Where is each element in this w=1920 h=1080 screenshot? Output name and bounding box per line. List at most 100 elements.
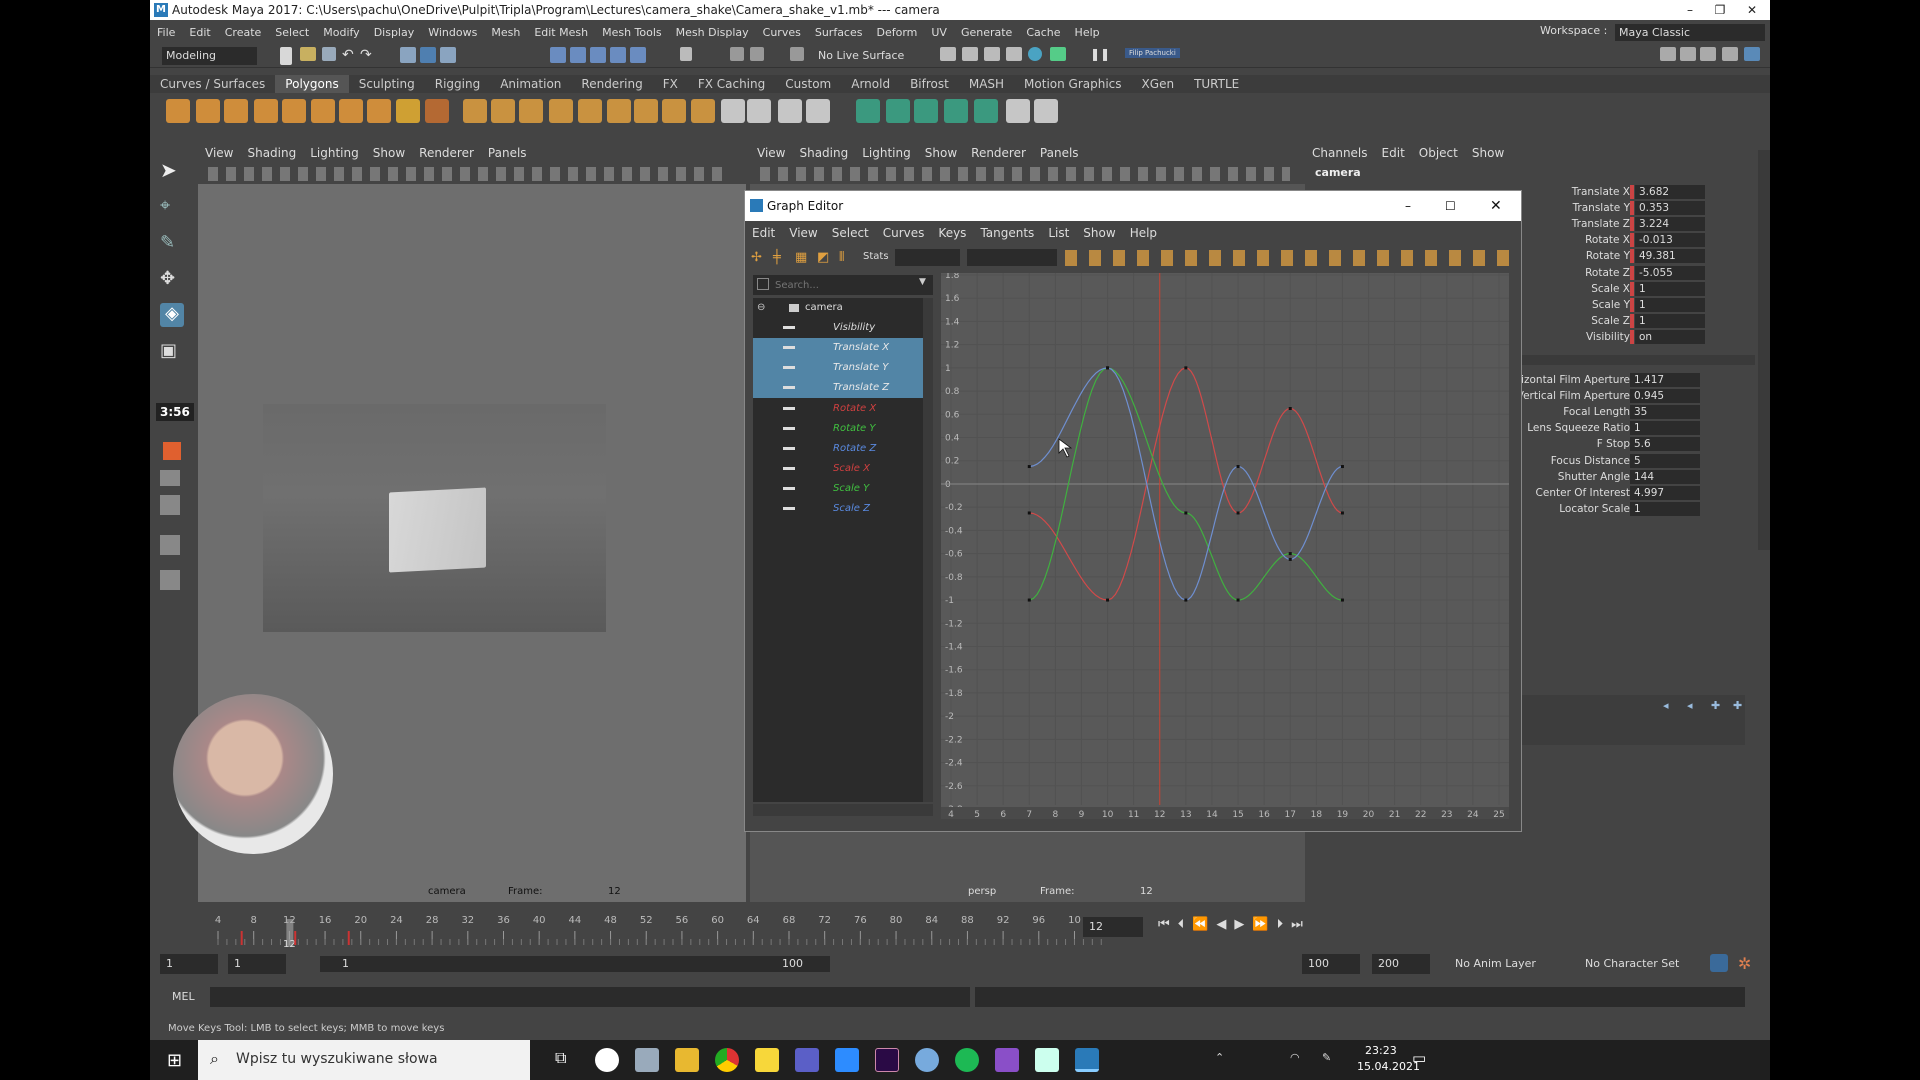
outliner-channel[interactable]: Scale Z bbox=[753, 499, 933, 519]
left-viewport[interactable]: camera Frame: 12 bbox=[173, 184, 746, 902]
move-tool-icon[interactable]: ✥ bbox=[160, 268, 184, 292]
layer-rewind-icon[interactable]: ◂ bbox=[1663, 699, 1669, 712]
outliner-hscroll[interactable] bbox=[753, 804, 933, 816]
keyframe-point[interactable] bbox=[1236, 511, 1240, 515]
cb-menu-object[interactable]: Object bbox=[1412, 142, 1465, 164]
step-forward-key-icon[interactable]: ⏩ bbox=[1252, 917, 1276, 932]
outliner-channel[interactable]: Rotate Y bbox=[753, 419, 933, 439]
menu-mesh-display[interactable]: Mesh Display bbox=[669, 22, 756, 44]
render-current-icon[interactable] bbox=[962, 47, 978, 61]
layer-new-selected-icon[interactable]: ✚ bbox=[1733, 699, 1742, 712]
tray-pen-icon[interactable]: ✎ bbox=[1322, 1051, 1331, 1064]
shape-attr-value[interactable]: 35 bbox=[1630, 405, 1700, 420]
shelf-tab-bifrost[interactable]: Bifrost bbox=[900, 75, 959, 93]
shelf-tab-polygons[interactable]: Polygons bbox=[275, 75, 349, 93]
channel-box-toggle-icon[interactable] bbox=[1722, 47, 1738, 61]
panel-toolbar-icons[interactable] bbox=[208, 167, 728, 181]
separate-icon[interactable] bbox=[491, 99, 515, 123]
auto-key-icon[interactable] bbox=[1710, 954, 1728, 972]
poly-plane-icon[interactable] bbox=[282, 99, 306, 123]
tray-network-icon[interactable]: ◠ bbox=[1290, 1051, 1300, 1064]
keyframe-point[interactable] bbox=[1184, 511, 1188, 515]
render-view-icon[interactable] bbox=[940, 47, 956, 61]
svg-icon[interactable] bbox=[425, 99, 449, 123]
ipr-render-icon[interactable] bbox=[984, 47, 1000, 61]
range-bar[interactable]: 1 100 bbox=[320, 956, 830, 972]
workspace-select[interactable]: Maya Classic bbox=[1615, 24, 1765, 41]
search-input[interactable] bbox=[775, 277, 915, 293]
keyframe-point[interactable] bbox=[1027, 598, 1031, 602]
menu-mesh-tools[interactable]: Mesh Tools bbox=[595, 22, 669, 44]
outliner-channel[interactable]: Scale Y bbox=[753, 479, 933, 499]
poly-cube-icon[interactable] bbox=[196, 99, 220, 123]
paint-select-icon[interactable]: ✎ bbox=[160, 232, 184, 256]
command-input[interactable] bbox=[210, 987, 970, 1007]
keyframe-point[interactable] bbox=[1027, 511, 1031, 515]
panel-toolbar-icons[interactable] bbox=[760, 167, 1290, 181]
save-scene-icon[interactable] bbox=[322, 47, 336, 61]
ge-menu-tangents[interactable]: Tangents bbox=[973, 223, 1041, 243]
region-keys-icon[interactable]: ◩ bbox=[817, 250, 833, 266]
outliner-channel[interactable]: Scale X bbox=[753, 459, 933, 479]
zoom-icon[interactable] bbox=[835, 1048, 859, 1072]
magnet-icon[interactable] bbox=[790, 47, 804, 61]
shelf-tab-motion-graphics[interactable]: Motion Graphics bbox=[1014, 75, 1132, 93]
channel-value[interactable]: 0.353 bbox=[1635, 201, 1705, 216]
attribute-editor-icon[interactable] bbox=[1680, 47, 1696, 61]
keyframe-point[interactable] bbox=[1340, 598, 1344, 602]
connect-icon[interactable] bbox=[747, 99, 771, 123]
outliner-channel[interactable]: Translate Z bbox=[753, 378, 923, 399]
maps-app-icon[interactable] bbox=[595, 1048, 619, 1072]
panel-menu-panels[interactable]: Panels bbox=[1033, 142, 1086, 164]
redo-icon[interactable]: ↷ bbox=[360, 48, 378, 66]
layout-icon[interactable] bbox=[1744, 47, 1760, 61]
select-hierarchy-icon[interactable] bbox=[400, 47, 416, 63]
shape-attr-value[interactable]: 1 bbox=[1630, 501, 1700, 516]
menu-curves[interactable]: Curves bbox=[756, 22, 808, 44]
davinci-icon[interactable] bbox=[915, 1048, 939, 1072]
taskbar-search[interactable]: ⌕ Wpisz tu wyszukiwane słowa bbox=[198, 1040, 530, 1080]
shelf-tab-animation[interactable]: Animation bbox=[490, 75, 571, 93]
target-weld-icon[interactable] bbox=[721, 99, 745, 123]
quad-draw-icon[interactable] bbox=[778, 99, 802, 123]
go-to-start-icon[interactable]: ⏮ bbox=[1158, 917, 1178, 932]
ge-menu-help[interactable]: Help bbox=[1123, 223, 1164, 243]
retime-icon[interactable]: ⫴ bbox=[839, 250, 855, 266]
teams-icon[interactable] bbox=[795, 1048, 819, 1072]
outliner-layout-icon[interactable] bbox=[160, 570, 180, 590]
minimize-icon[interactable]: – bbox=[1680, 0, 1700, 20]
outliner-channel[interactable]: Visibility bbox=[753, 318, 933, 338]
smooth-icon[interactable] bbox=[519, 99, 543, 123]
panel-menu-panels[interactable]: Panels bbox=[481, 142, 534, 164]
poly-type-icon[interactable] bbox=[396, 99, 420, 123]
keyframe-point[interactable] bbox=[1288, 407, 1292, 410]
combine-icon[interactable] bbox=[463, 99, 487, 123]
maximize-icon[interactable]: ❐ bbox=[1710, 0, 1730, 20]
notepad-icon[interactable] bbox=[1035, 1048, 1059, 1072]
keyframe-point[interactable] bbox=[1236, 465, 1240, 469]
menu-uv[interactable]: UV bbox=[924, 22, 954, 44]
cut-uv-icon[interactable] bbox=[914, 99, 938, 123]
poly-sphere-icon[interactable] bbox=[166, 99, 190, 123]
ge-menu-view[interactable]: View bbox=[782, 223, 824, 243]
current-frame-field[interactable]: 12 bbox=[1083, 917, 1143, 937]
keyframe-point[interactable] bbox=[1027, 465, 1031, 469]
transfer-icon[interactable] bbox=[1034, 99, 1058, 123]
file-explorer-icon[interactable] bbox=[675, 1048, 699, 1072]
layer-prev-icon[interactable]: ◂ bbox=[1687, 699, 1693, 712]
panel-menu-show[interactable]: Show bbox=[918, 142, 964, 164]
mode-select[interactable]: Modeling bbox=[162, 47, 257, 65]
sticky-notes-icon[interactable] bbox=[755, 1048, 779, 1072]
stats-value-field[interactable] bbox=[967, 249, 1057, 266]
ge-menu-show[interactable]: Show bbox=[1076, 223, 1122, 243]
ge-minimize-icon[interactable]: – bbox=[1405, 191, 1411, 221]
shape-attr-value[interactable]: 0.945 bbox=[1630, 389, 1700, 404]
single-pane-layout-icon[interactable] bbox=[160, 470, 180, 486]
mel-label[interactable]: MEL bbox=[172, 990, 195, 1003]
channel-value[interactable]: 3.224 bbox=[1635, 217, 1705, 232]
channel-value[interactable]: 1 bbox=[1635, 313, 1705, 328]
bridge-icon[interactable] bbox=[634, 99, 658, 123]
boolean-icon[interactable] bbox=[549, 99, 573, 123]
snap-point-icon[interactable] bbox=[590, 47, 606, 63]
poly-cylinder-icon[interactable] bbox=[224, 99, 248, 123]
